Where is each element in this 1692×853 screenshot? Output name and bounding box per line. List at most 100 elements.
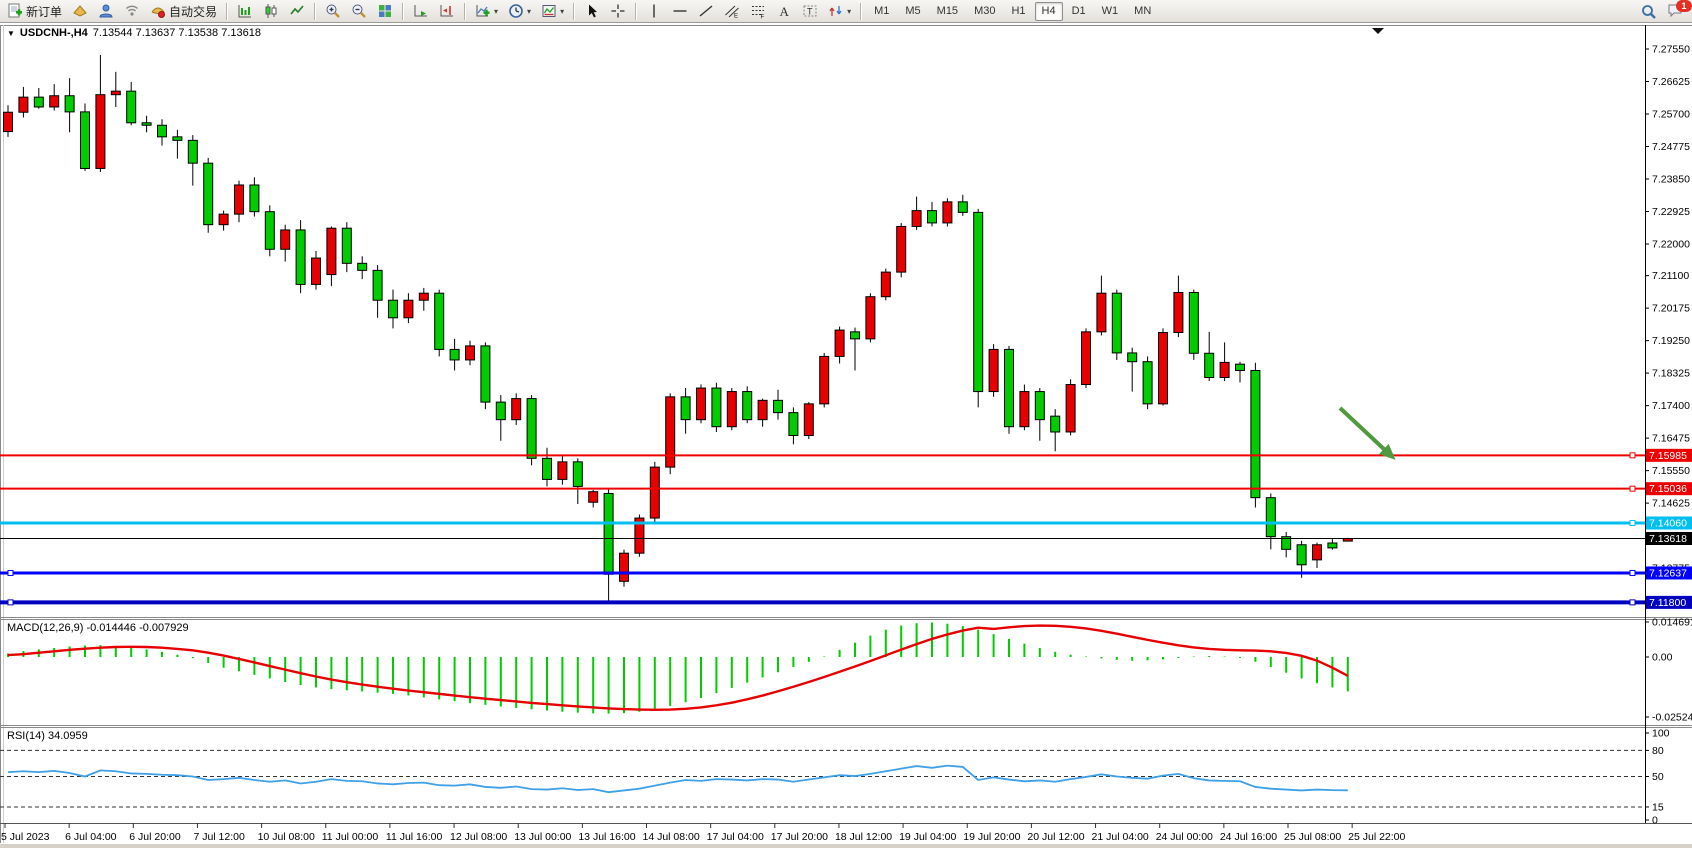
candlestick[interactable] [943, 202, 952, 223]
candlestick[interactable] [496, 402, 505, 420]
line-drag-handle[interactable] [1630, 486, 1635, 491]
candlestick[interactable] [142, 123, 151, 125]
candlestick[interactable] [604, 493, 613, 574]
candlestick[interactable] [188, 140, 197, 163]
timeframe-button-m5[interactable]: M5 [898, 2, 927, 21]
candlestick[interactable] [543, 458, 552, 479]
label-button[interactable]: T [798, 1, 822, 22]
timeframe-button-m15[interactable]: M15 [930, 2, 965, 21]
candlestick[interactable] [1251, 370, 1260, 497]
candlestick[interactable] [481, 346, 490, 402]
text-button[interactable]: A [772, 1, 796, 22]
candlestick[interactable] [235, 185, 244, 214]
candlestick[interactable] [851, 332, 860, 339]
hline-button[interactable] [668, 1, 692, 22]
candlestick[interactable] [111, 91, 120, 95]
candlestick[interactable] [19, 97, 28, 112]
candlestick[interactable] [265, 212, 274, 250]
signals-button[interactable] [120, 1, 144, 22]
candlestick[interactable] [1128, 353, 1137, 362]
candlestick[interactable] [435, 293, 444, 349]
timeframe-button-h4[interactable]: H4 [1035, 2, 1063, 21]
candlestick[interactable] [1143, 362, 1152, 404]
candlestick[interactable] [727, 392, 736, 427]
line-drag-handle[interactable] [1630, 520, 1635, 525]
vline-button[interactable] [642, 1, 666, 22]
symbol-dropdown-icon[interactable]: ▼ [7, 29, 15, 38]
candlestick[interactable] [34, 97, 43, 107]
zoom-in-button[interactable] [321, 1, 345, 22]
candlestick[interactable] [743, 392, 752, 420]
shapes-button[interactable]: ▾ [824, 1, 855, 22]
chart-shift-button[interactable] [435, 1, 459, 22]
candlestick[interactable] [804, 404, 813, 436]
candlestick[interactable] [96, 95, 105, 169]
candlestick[interactable] [881, 272, 890, 297]
candlestick[interactable] [573, 462, 582, 487]
candlestick[interactable] [1035, 392, 1044, 420]
candlestick[interactable] [650, 467, 659, 518]
candlestick[interactable] [1205, 353, 1214, 377]
timeframe-button-d1[interactable]: D1 [1065, 2, 1093, 21]
candlestick[interactable] [219, 214, 228, 225]
candlestick[interactable] [81, 112, 90, 169]
search-button[interactable] [1637, 1, 1661, 22]
timeframe-button-m30[interactable]: M30 [967, 2, 1002, 21]
candlestick[interactable] [512, 399, 521, 420]
candlestick[interactable] [835, 330, 844, 356]
candlestick[interactable] [974, 212, 983, 391]
candlestick[interactable] [50, 96, 59, 107]
candlestick[interactable] [1066, 385, 1075, 432]
candlestick[interactable] [1112, 293, 1121, 353]
candlestick[interactable] [373, 270, 382, 300]
tile-windows-button[interactable] [373, 1, 397, 22]
candlestick[interactable] [712, 388, 721, 427]
candlestick[interactable] [342, 228, 351, 263]
candlestick[interactable] [1266, 498, 1275, 537]
candlestick[interactable] [312, 258, 321, 284]
line-drag-handle[interactable] [8, 570, 13, 575]
candlestick[interactable] [928, 211, 937, 223]
candlestick[interactable] [589, 492, 598, 503]
candlestick[interactable] [1313, 545, 1322, 560]
candlestick[interactable] [1174, 292, 1183, 332]
channel-button[interactable]: E [720, 1, 744, 22]
candlestick[interactable] [789, 413, 798, 436]
line-drag-handle[interactable] [1630, 600, 1635, 605]
candlestick[interactable] [450, 349, 459, 360]
crosshair-button[interactable] [606, 1, 630, 22]
chart-canvas[interactable]: 7.275507.266257.257007.247757.238507.229… [0, 23, 1692, 848]
candle-chart-button[interactable] [259, 1, 283, 22]
templates-button[interactable]: ▾ [537, 1, 568, 22]
chart-style-button[interactable] [68, 1, 92, 22]
candlestick[interactable] [558, 462, 567, 480]
candlestick[interactable] [1082, 332, 1091, 385]
candlestick[interactable] [327, 228, 336, 274]
candlestick[interactable] [666, 397, 675, 467]
candlestick[interactable] [1328, 543, 1337, 548]
candlestick[interactable] [419, 293, 428, 300]
timeframe-button-h1[interactable]: H1 [1004, 2, 1032, 21]
fibonacci-button[interactable]: F [746, 1, 770, 22]
candlestick[interactable] [1159, 333, 1168, 404]
candlestick[interactable] [758, 400, 767, 419]
candlestick[interactable] [4, 112, 13, 131]
candlestick[interactable] [697, 388, 706, 420]
candlestick[interactable] [404, 300, 413, 318]
candlestick[interactable] [65, 96, 74, 112]
new-order-button[interactable]: 新订单 [3, 1, 66, 22]
timeframe-button-m1[interactable]: M1 [867, 2, 896, 21]
line-drag-handle[interactable] [1630, 570, 1635, 575]
candlestick[interactable] [204, 163, 213, 224]
candlestick[interactable] [1236, 364, 1245, 370]
candlestick[interactable] [250, 185, 259, 212]
chat-button[interactable]: 1 [1663, 1, 1687, 22]
timeframe-button-mn[interactable]: MN [1127, 2, 1158, 21]
candlestick[interactable] [912, 211, 921, 227]
bar-chart-button[interactable] [233, 1, 257, 22]
candlestick[interactable] [389, 300, 398, 318]
periods-button[interactable]: ▾ [504, 1, 535, 22]
candlestick[interactable] [1005, 349, 1014, 426]
candlestick[interactable] [173, 137, 182, 141]
line-drag-handle[interactable] [1630, 453, 1635, 458]
